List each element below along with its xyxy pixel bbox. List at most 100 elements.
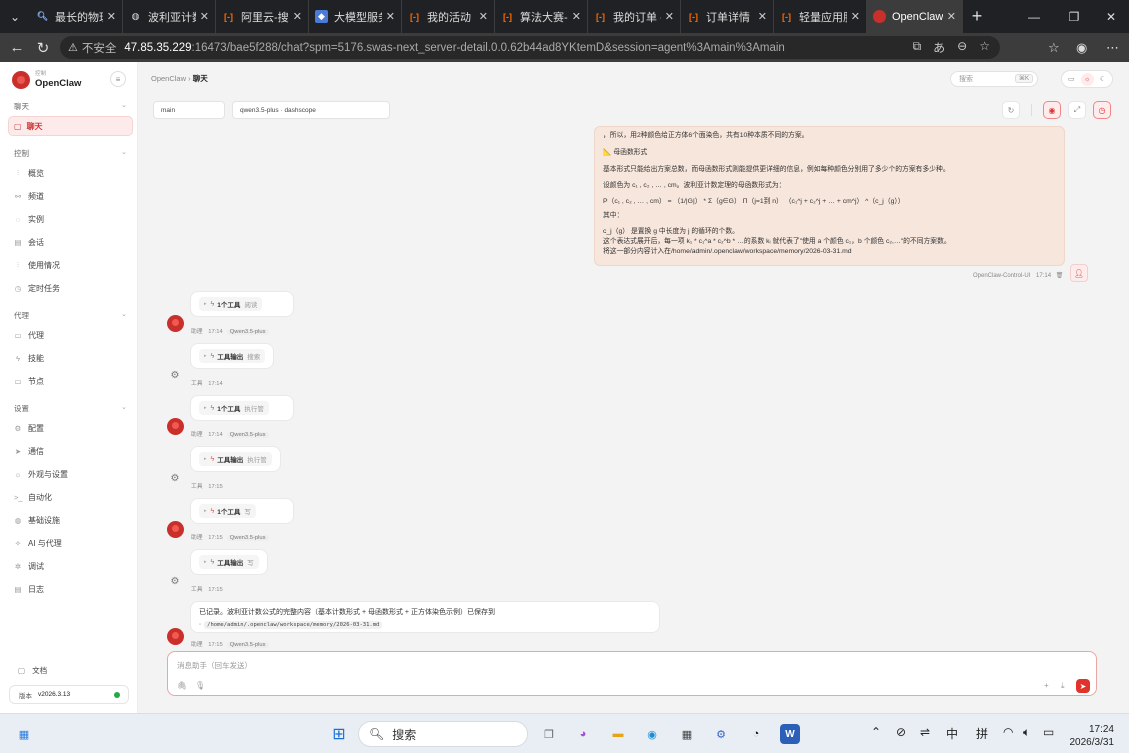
chevron-down-icon[interactable]: ⌄ [121,310,127,318]
session-select[interactable]: main [153,101,225,119]
sidebar-item-logs[interactable]: ▤ 日志 [14,582,44,596]
chevron-down-icon[interactable]: ⌄ [121,101,127,109]
close-tab-icon[interactable]: ✕ [665,10,674,23]
close-tab-icon[interactable]: ✕ [572,10,581,23]
sidebar-item-instances[interactable]: ◌ 实例 [14,212,44,226]
attach-icon[interactable]: 🖇︎ [177,681,187,690]
theme-switcher[interactable]: ▭ ☼ ☾ [1061,70,1113,88]
wifi-icon[interactable]: ◠ [1003,725,1013,739]
browser-menu-icon[interactable]: ⋯ [1106,33,1119,62]
sidebar-collapse-button[interactable]: ≡ [110,71,126,87]
sidebar-item-sessions[interactable]: ▤ 会话 [14,235,44,249]
history-icon[interactable]: ◷ [1093,101,1111,119]
tab-search-chevron-icon[interactable]: ⌄ [0,0,30,33]
file-explorer-icon[interactable]: ▬ [608,724,628,744]
expand-icon[interactable]: ⤢ [1068,101,1086,119]
search-input[interactable]: 搜索 ⌘K [950,71,1038,87]
profile-avatar[interactable]: ◉ [1076,33,1087,62]
sidebar-item-usage[interactable]: ⫶ 使用情况 [14,258,60,272]
settings-app-icon[interactable]: ⚙ [711,724,731,744]
trash-icon[interactable]: 🗑︎ [1056,273,1064,279]
close-tab-icon[interactable]: ✕ [479,10,488,23]
word-icon[interactable]: W [780,724,800,744]
sidebar-item-chat[interactable]: ▢ 聊天 [8,116,133,136]
focus-mode-icon[interactable]: ◉ [1043,101,1061,119]
browser-tab[interactable]: [-] 我的活动 ✕ [402,0,495,33]
section-chat[interactable]: 聊天 [14,101,29,112]
network-off-icon[interactable]: ⊘ [896,725,906,739]
download-icon[interactable]: ⤓ [1061,681,1065,691]
refresh-icon[interactable]: ↻ [1002,101,1020,119]
ime-mode[interactable]: 拼 [976,725,988,742]
browser-tab[interactable]: [-]订单详情（✕ [681,0,774,33]
sidebar-item-automation[interactable]: >_ 自动化 [14,490,52,504]
zoom-icon[interactable]: ⊖ [957,39,967,56]
browser-tab[interactable]: [-]阿里云-搜索✕ [216,0,309,33]
sidebar-item-nodes[interactable]: ▭ 节点 [14,374,44,388]
new-tab-button[interactable]: + [963,6,991,27]
store-icon[interactable]: ▦ [677,724,697,744]
browser-tab[interactable]: [-]算法大赛-天✕ [495,0,588,33]
browser-tab[interactable]: 🔍︎最长的物理✕ [30,0,123,33]
app-install-icon[interactable]: ⧉ [913,39,922,56]
sidebar-item-config[interactable]: ⚙ 配置 [14,421,44,435]
close-tab-icon[interactable]: ✕ [293,10,302,23]
model-select[interactable]: qwen3.5-plus · dashscope [232,101,390,119]
close-tab-icon[interactable]: ✕ [200,10,209,23]
favorites-icon[interactable]: ☆ [1048,33,1060,62]
translate-icon[interactable]: あ [933,39,945,56]
file-path[interactable]: /home/admin/.openclaw/workspace/memory/2… [204,621,383,629]
sidebar-item-ai-agents[interactable]: ✧ AI 与代理 [14,536,62,550]
close-tab-icon[interactable]: ✕ [851,10,860,23]
reload-icon[interactable]: ↻ [30,35,56,61]
sidebar-item-agents[interactable]: ▭ 代理 [14,328,44,342]
browser-tab-active[interactable]: OpenClaw ✕ [867,0,963,33]
sidebar-item-debug[interactable]: ✲ 调试 [14,559,44,573]
section-settings[interactable]: 设置 [14,403,29,414]
tray-chevron-up-icon[interactable]: ⌃ [871,725,881,739]
tool-output-card[interactable]: ▸ ϟ 工具输出 搜索 [190,343,274,369]
battery-icon[interactable]: ▭ [1043,725,1054,739]
tool-call-card[interactable]: ▸ ϟ 1个工具 阅读 [190,291,294,317]
tool-call-card[interactable]: ▸ ϟ 1个工具写 [190,498,294,524]
widgets-icon[interactable]: ▦ [14,724,34,744]
sidebar-item-communication[interactable]: ➤ 通信 [14,444,44,458]
address-bar[interactable]: ⚠ 不安全 47.85.35.229 :16473/bae5f288/chat?… [60,36,1000,59]
section-agent[interactable]: 代理 [14,310,29,321]
restore-icon[interactable]: ❐ [1055,0,1093,33]
plus-icon[interactable]: + [1044,681,1049,690]
tool-call-card[interactable]: ▸ ϟ 1个工具 执行管 [190,395,294,421]
taskbar-search[interactable]: 🔍︎ 搜索 [358,721,528,747]
close-window-icon[interactable]: ✕ [1092,0,1129,33]
back-icon[interactable]: ← [4,35,30,61]
bookmark-star-icon[interactable]: ☆ [979,39,990,56]
browser-tab[interactable]: [-] 我的订单 - ✕ [588,0,681,33]
browser-tab[interactable]: [-]轻量应用服✕ [774,0,867,33]
task-view-icon[interactable]: ❐ [539,724,559,744]
qq-icon[interactable]: ◔ [746,724,766,744]
edge-icon[interactable]: ◉ [642,724,662,744]
start-icon[interactable]: ⊞ [329,724,349,744]
browser-tab[interactable]: ◍波利亚计数✕ [123,0,216,33]
monitor-icon[interactable]: ▭ [1068,75,1075,83]
close-tab-icon[interactable]: ✕ [386,10,395,23]
minimize-icon[interactable]: — [1015,0,1053,33]
sun-icon[interactable]: ☼ [1080,72,1094,86]
mic-icon[interactable]: 🎙︎ [195,681,205,690]
ime-language[interactable]: 中 [946,725,958,742]
browser-tab[interactable]: ◆大模型服务✕ [309,0,402,33]
send-button[interactable]: ➤ [1076,679,1090,693]
close-tab-icon[interactable]: ✕ [947,10,956,23]
chevron-down-icon[interactable]: ⌄ [121,148,127,156]
sidebar-item-overview[interactable]: ⫶ 概览 [14,166,44,180]
sidebar-item-cron[interactable]: ◷ 定时任务 [14,281,60,295]
message-composer[interactable]: 消息助手（回车发送） 🖇︎ 🎙︎ + ⤓ ➤ [167,651,1097,696]
moon-icon[interactable]: ☾ [1100,75,1106,83]
sidebar-item-skills[interactable]: ϟ 技能 [14,351,44,365]
tool-output-card[interactable]: ▸ ϟ 工具输出写 [190,549,268,575]
sidebar-item-infrastructure[interactable]: ◍ 基础设施 [14,513,60,527]
sidebar-item-channels[interactable]: ⚯ 频道 [14,189,44,203]
sliders-icon[interactable]: ⇌ [920,725,930,739]
chevron-down-icon[interactable]: ⌄ [121,403,127,411]
sidebar-item-appearance[interactable]: ☼ 外观与设置 [14,467,68,481]
